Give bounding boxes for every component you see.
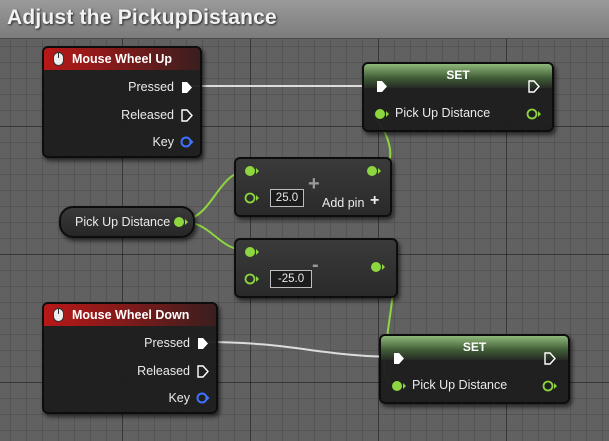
float-in-pin-a[interactable]: [244, 246, 260, 258]
float-in-pin-a[interactable]: [244, 165, 260, 177]
set-pick-up-distance-node-bottom[interactable]: SET Pick Up Distance: [379, 334, 570, 404]
key-pin[interactable]: [180, 136, 194, 148]
float-in-pin[interactable]: [391, 380, 407, 392]
float-out-pin[interactable]: [366, 165, 382, 177]
node-title: SET: [446, 68, 470, 82]
node-header: Mouse Wheel Down: [44, 304, 216, 326]
node-header: SET: [381, 336, 568, 360]
float-out-pin[interactable]: [526, 108, 542, 120]
exec-out-pin-pressed[interactable]: [181, 81, 193, 94]
add-pin-label[interactable]: Add pin: [322, 196, 364, 210]
pin-label: Pick Up Distance: [412, 378, 508, 392]
mouse-icon: [53, 52, 64, 66]
mouse-icon: [53, 308, 64, 322]
node-header: SET: [364, 64, 552, 88]
pin-label-key: Key: [152, 135, 174, 149]
pin-label-pressed: Pressed: [144, 336, 190, 350]
exec-out-pin[interactable]: [544, 352, 556, 365]
float-out-pin[interactable]: [542, 380, 558, 392]
pin-label: Pick Up Distance: [395, 106, 491, 120]
float-in-pin[interactable]: [374, 108, 390, 120]
exec-out-pin-released[interactable]: [181, 109, 193, 122]
node-header: Mouse Wheel Up: [44, 48, 200, 70]
subtract-float-node[interactable]: -25.0 -: [234, 238, 398, 298]
exec-out-pin-pressed[interactable]: [197, 337, 209, 350]
node-title: Mouse Wheel Up: [72, 52, 173, 66]
pin-label-pressed: Pressed: [128, 80, 174, 94]
pin-label-released: Released: [137, 364, 190, 378]
add-float-node[interactable]: 25.0 + Add pin +: [234, 157, 392, 217]
mouse-wheel-down-node[interactable]: Mouse Wheel Down Pressed Released Key: [42, 302, 218, 414]
pin-label-released: Released: [121, 108, 174, 122]
subtract-operator: -: [312, 254, 319, 276]
mouse-wheel-up-node[interactable]: Mouse Wheel Up Pressed Released Key: [42, 46, 202, 158]
value-input[interactable]: -25.0: [270, 270, 312, 288]
float-out-pin[interactable]: [173, 216, 189, 228]
pin-label-key: Key: [168, 391, 190, 405]
exec-in-pin[interactable]: [376, 80, 388, 93]
exec-out-pin[interactable]: [528, 80, 540, 93]
float-in-pin-b[interactable]: [244, 192, 260, 204]
pick-up-distance-getter-node[interactable]: Pick Up Distance: [59, 206, 195, 238]
exec-wire-down[interactable]: [205, 341, 396, 358]
float-in-pin-b[interactable]: [244, 273, 260, 285]
node-title: Mouse Wheel Down: [72, 308, 190, 322]
float-out-pin[interactable]: [370, 261, 386, 273]
variable-label: Pick Up Distance: [75, 215, 171, 229]
exec-out-pin-released[interactable]: [197, 365, 209, 378]
add-pin-plus-icon[interactable]: +: [370, 192, 379, 210]
add-operator: +: [308, 173, 320, 195]
node-title: SET: [462, 340, 487, 354]
value-input[interactable]: 25.0: [270, 189, 304, 207]
exec-in-pin[interactable]: [393, 352, 405, 365]
key-pin[interactable]: [196, 392, 210, 404]
set-pick-up-distance-node-top[interactable]: SET Pick Up Distance: [362, 62, 554, 132]
